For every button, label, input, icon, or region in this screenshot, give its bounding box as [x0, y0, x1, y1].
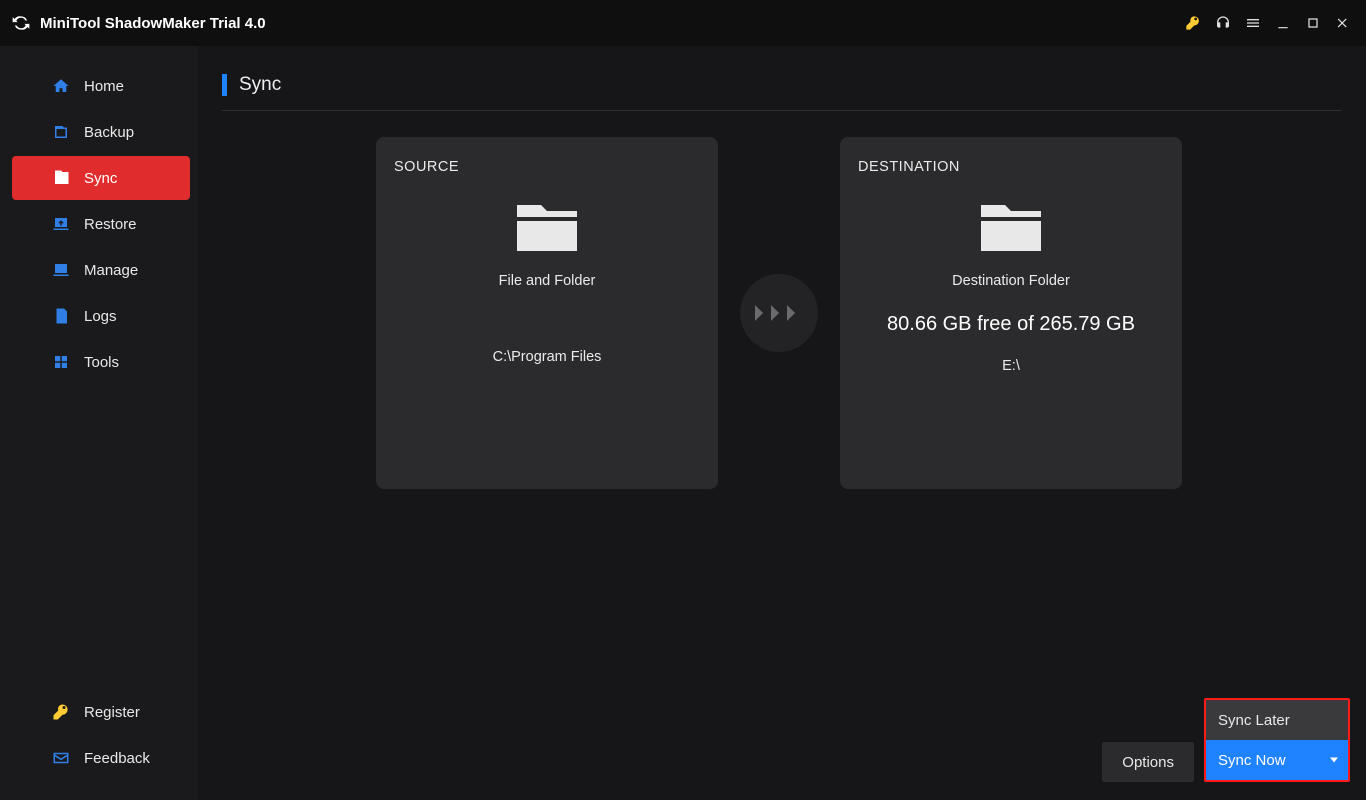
- destination-card[interactable]: DESTINATION Destination Folder 80.66 GB …: [840, 137, 1182, 489]
- app-title: MiniTool ShadowMaker Trial 4.0: [40, 15, 266, 32]
- key-icon: [52, 703, 70, 721]
- destination-header: DESTINATION: [858, 159, 1164, 175]
- sidebar-item-label: Feedback: [84, 750, 150, 767]
- sidebar-item-backup[interactable]: Backup: [12, 110, 190, 154]
- sidebar-item-label: Register: [84, 704, 140, 721]
- sidebar-item-label: Manage: [84, 262, 138, 279]
- sidebar-item-restore[interactable]: Restore: [12, 202, 190, 246]
- sidebar-item-label: Restore: [84, 216, 137, 233]
- header-accent-bar: [222, 74, 227, 96]
- manage-icon: [52, 261, 70, 279]
- sidebar-item-label: Logs: [84, 308, 117, 325]
- source-label: File and Folder: [394, 273, 700, 289]
- main-content: Sync SOURCE File and Folder C:\Program F…: [198, 46, 1366, 800]
- mail-icon: [52, 749, 70, 767]
- logs-icon: [52, 307, 70, 325]
- sidebar-item-logs[interactable]: Logs: [12, 294, 190, 338]
- sidebar-item-tools[interactable]: Tools: [12, 340, 190, 384]
- destination-path: E:\: [858, 358, 1164, 374]
- sync-now-label: Sync Now: [1218, 752, 1286, 769]
- page-title: Sync: [239, 74, 281, 96]
- sidebar-item-label: Sync: [84, 170, 117, 187]
- sidebar-item-label: Tools: [84, 354, 119, 371]
- options-button[interactable]: Options: [1102, 742, 1194, 782]
- title-bar: MiniTool ShadowMaker Trial 4.0: [0, 0, 1366, 46]
- source-path: C:\Program Files: [394, 349, 700, 365]
- destination-label: Destination Folder: [858, 273, 1164, 289]
- chevron-down-icon: [1330, 758, 1338, 763]
- folder-icon: [975, 195, 1047, 255]
- sidebar-register[interactable]: Register: [12, 690, 190, 734]
- tools-icon: [52, 353, 70, 371]
- restore-icon: [52, 215, 70, 233]
- backup-icon: [52, 123, 70, 141]
- sync-later-label: Sync Later: [1218, 712, 1290, 729]
- sidebar-item-home[interactable]: Home: [12, 64, 190, 108]
- page-header: Sync: [222, 74, 1342, 111]
- destination-free-space: 80.66 GB free of 265.79 GB: [858, 313, 1164, 336]
- sync-now-button[interactable]: Sync Now: [1206, 740, 1348, 780]
- minimize-icon[interactable]: [1268, 8, 1298, 38]
- activate-key-icon[interactable]: [1178, 8, 1208, 38]
- source-header: SOURCE: [394, 159, 700, 175]
- source-card[interactable]: SOURCE File and Folder C:\Program Files: [376, 137, 718, 489]
- sync-later-option[interactable]: Sync Later: [1206, 700, 1348, 740]
- sidebar-item-manage[interactable]: Manage: [12, 248, 190, 292]
- sync-arrow-icon: [740, 274, 818, 352]
- menu-icon[interactable]: [1238, 8, 1268, 38]
- home-icon: [52, 77, 70, 95]
- sync-dropdown: Sync Later Sync Now: [1204, 698, 1350, 782]
- sidebar-item-label: Backup: [84, 124, 134, 141]
- maximize-icon[interactable]: [1298, 8, 1328, 38]
- close-icon[interactable]: [1328, 8, 1358, 38]
- app-logo-icon: [10, 12, 32, 34]
- sidebar-item-label: Home: [84, 78, 124, 95]
- support-icon[interactable]: [1208, 8, 1238, 38]
- sidebar-feedback[interactable]: Feedback: [12, 736, 190, 780]
- folder-icon: [511, 195, 583, 255]
- sidebar: Home Backup Sync Restore Manage Logs: [0, 46, 198, 800]
- sync-icon: [52, 169, 70, 187]
- sidebar-item-sync[interactable]: Sync: [12, 156, 190, 200]
